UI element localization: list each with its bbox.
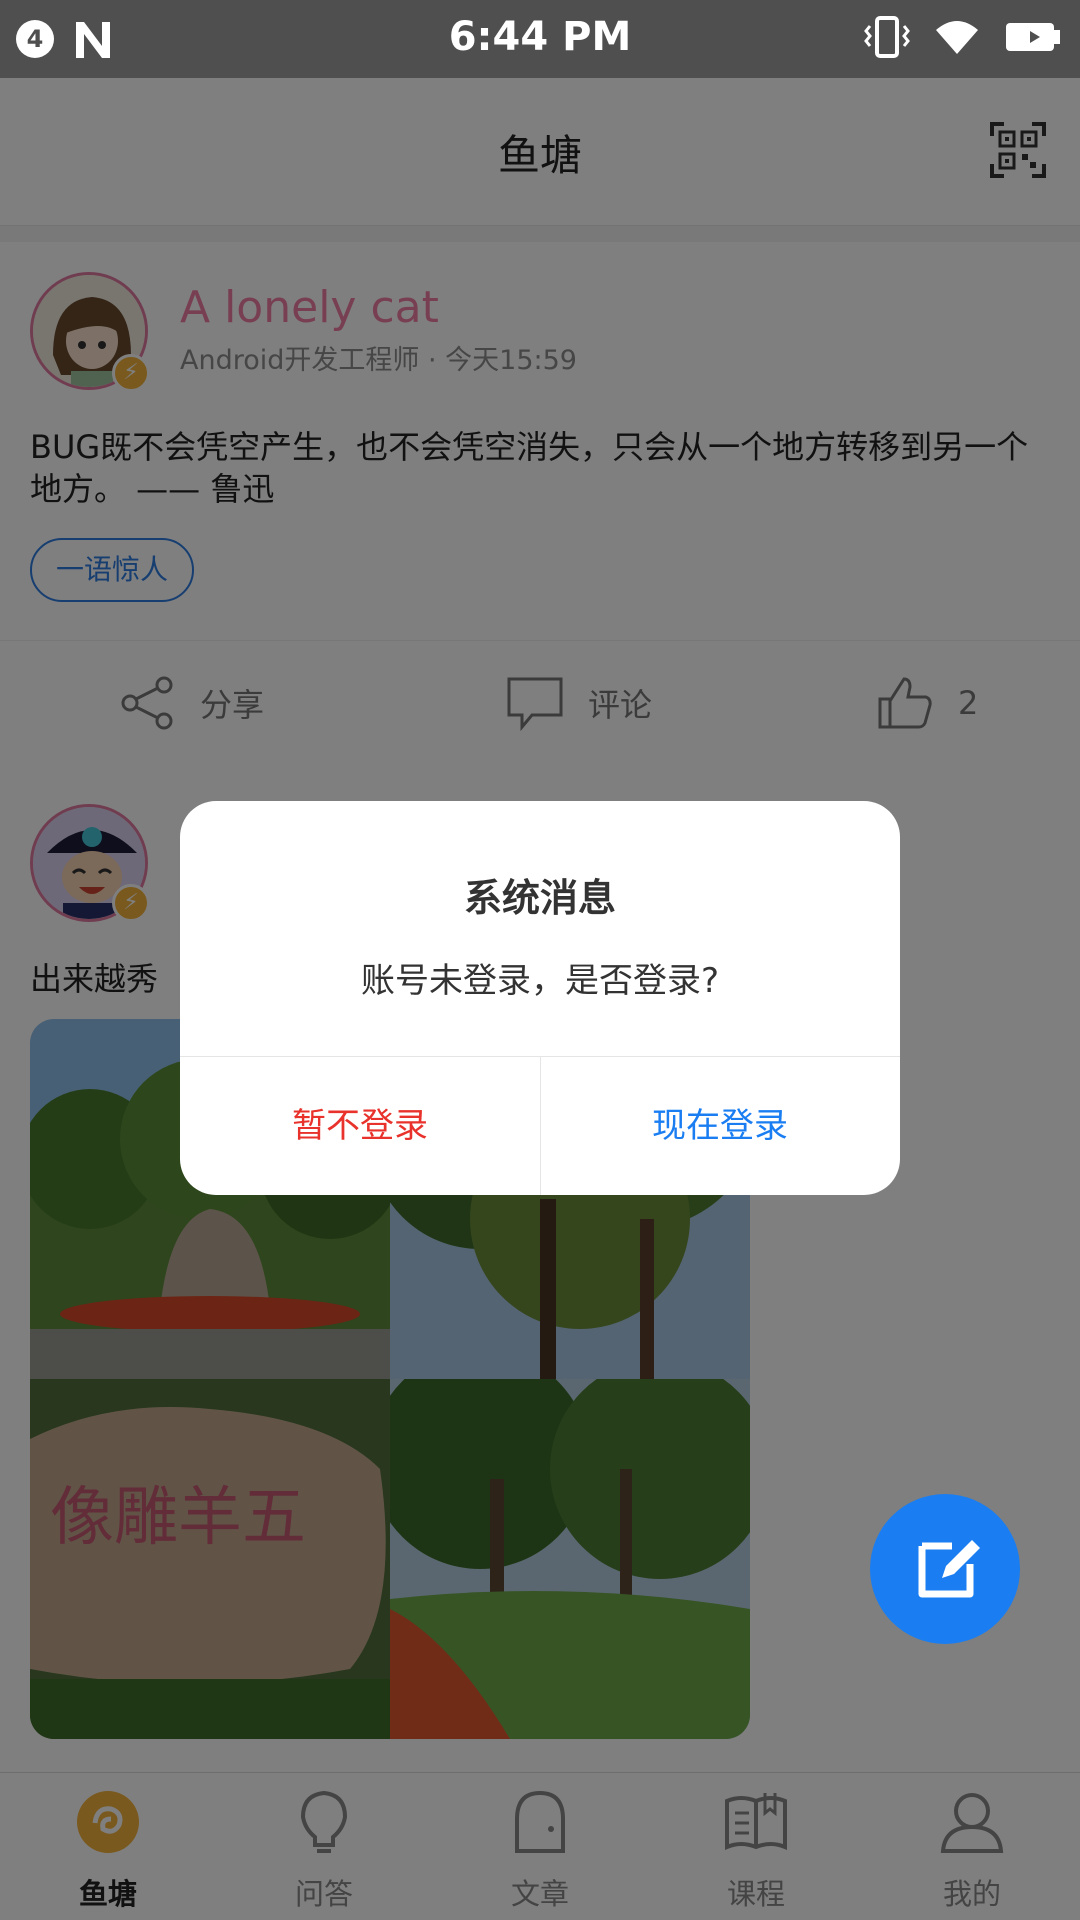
login-dialog: 系统消息 账号未登录，是否登录? 暂不登录 现在登录 xyxy=(180,801,900,1195)
wifi-icon xyxy=(936,21,978,54)
login-now-button[interactable]: 现在登录 xyxy=(540,1057,900,1195)
edit-icon xyxy=(918,1540,980,1598)
dialog-title: 系统消息 xyxy=(463,876,616,920)
compose-fab[interactable] xyxy=(870,1494,1020,1644)
vibrate-icon xyxy=(864,16,910,58)
status-bar: 4 6:44 PM xyxy=(0,0,1080,78)
battery-charging-icon xyxy=(1006,23,1060,51)
dialog-message: 账号未登录，是否登录? xyxy=(360,961,720,1001)
cancel-login-button[interactable]: 暂不登录 xyxy=(180,1057,540,1195)
